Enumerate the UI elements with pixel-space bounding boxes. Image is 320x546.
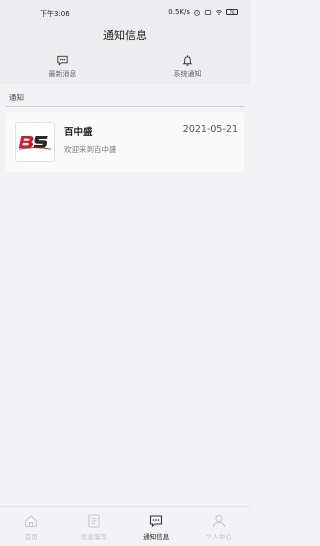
tab-latest-messages[interactable]: 最新消息: [0, 50, 125, 84]
form-icon: [88, 514, 100, 528]
brand-logo: [18, 136, 52, 150]
section-label: 通知: [9, 93, 24, 102]
nav-home[interactable]: 首页: [0, 507, 63, 546]
message-icon: [150, 515, 163, 528]
nav-label: 信息填写: [80, 533, 107, 541]
avatar: [15, 122, 55, 162]
section-divider: [6, 106, 244, 107]
nav-profile[interactable]: 个人中心: [188, 507, 251, 546]
bell-icon: [182, 55, 193, 66]
wifi-icon: [215, 9, 223, 15]
tab-label: 系统通知: [173, 70, 202, 78]
message-date: 2021-05-21: [182, 124, 238, 135]
message-card[interactable]: 百中盛 2021-05-21 欢迎来到百中盛: [6, 112, 244, 172]
message-preview: 欢迎来到百中盛: [64, 145, 117, 154]
nav-label: 首页: [24, 533, 38, 541]
nav-notifications[interactable]: 通知信息: [125, 507, 188, 546]
nav-label: 通知信息: [143, 533, 170, 541]
bottom-nav: 首页 信息填写 通知信息 个人中心: [0, 506, 250, 546]
alarm-icon: [194, 9, 200, 16]
nav-info-form[interactable]: 信息填写: [63, 507, 126, 546]
top-tabs: 最新消息 系统通知: [0, 50, 250, 84]
home-icon: [25, 515, 38, 528]
user-icon: [212, 514, 225, 528]
status-bar: 下午3:06 0.5K/s 76: [0, 0, 250, 22]
message-sender: 百中盛: [64, 127, 93, 138]
page-title: 通知信息: [0, 22, 250, 50]
network-speed: 0.5K/s: [168, 8, 190, 16]
sim-icon: [204, 9, 212, 15]
status-time: 下午3:06: [40, 10, 70, 18]
battery-icon: 76: [226, 9, 238, 15]
tab-system-notifications[interactable]: 系统通知: [125, 50, 250, 84]
tab-label: 最新消息: [48, 70, 77, 78]
status-indicators: 0.5K/s 76: [168, 8, 238, 16]
nav-label: 个人中心: [205, 533, 232, 541]
chat-icon: [57, 55, 68, 66]
